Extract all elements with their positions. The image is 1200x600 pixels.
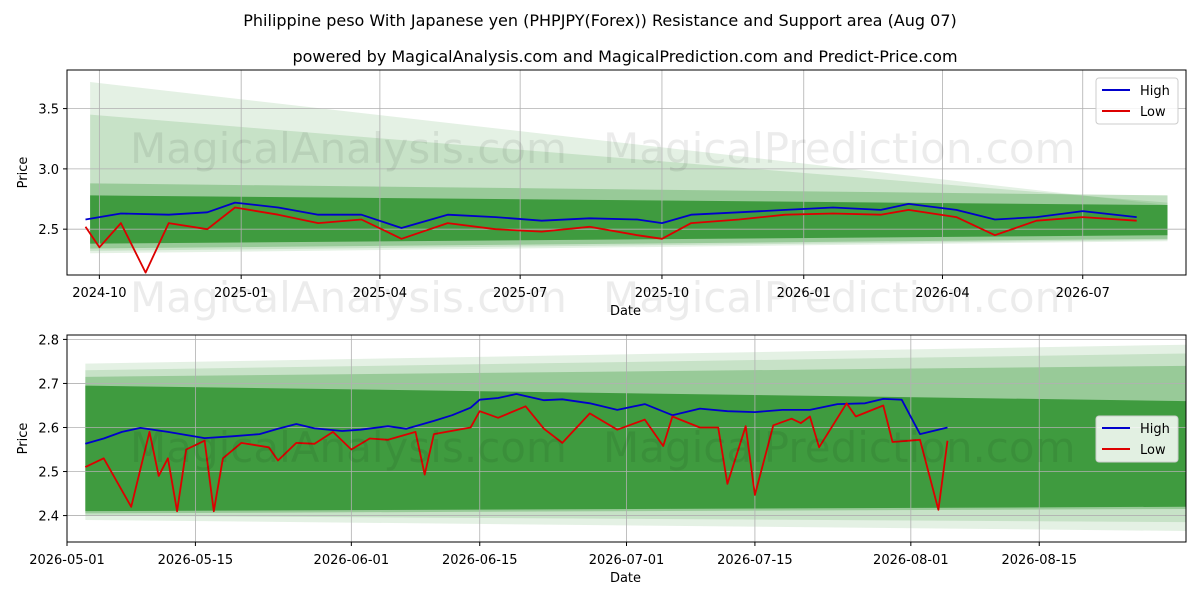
high-legend-label: High [1140, 84, 1170, 99]
x-tick-label: 2026-05-01 [29, 553, 105, 568]
x-tick-label: 2024-10 [72, 286, 126, 301]
x-tick-label: 2026-07-15 [717, 553, 793, 568]
top-chart-panel: MagicalAnalysis.com MagicalPrediction.com… [16, 69, 1187, 322]
y-tick-label: 2.8 [38, 333, 59, 348]
watermark: MagicalAnalysis.com [130, 124, 567, 173]
y-axis-label: Price [16, 423, 31, 455]
y-tick-label: 2.4 [38, 510, 59, 525]
y-tick-label: 2.5 [38, 466, 59, 481]
chart-canvas: Philippine peso With Japanese yen (PHPJP… [16, 11, 1187, 586]
watermark: MagicalAnalysis.com [130, 423, 567, 472]
y-tick-label: 3.5 [38, 103, 59, 118]
x-tick-label: 2026-05-15 [158, 553, 234, 568]
y-tick-label: 2.6 [38, 421, 59, 436]
y-tick-label: 2.7 [38, 377, 59, 392]
x-tick-label: 2026-07 [1056, 286, 1110, 301]
x-tick-label: 2026-01 [777, 286, 831, 301]
x-tick-label: 2026-06-01 [314, 553, 390, 568]
legend: High Low [1095, 415, 1179, 463]
x-tick-label: 2025-10 [635, 286, 689, 301]
x-tick-label: 2025-01 [214, 286, 268, 301]
x-tick-label: 2026-07-01 [589, 553, 665, 568]
x-axis-label: Date [610, 304, 641, 319]
low-legend-label: Low [1140, 105, 1166, 120]
high-legend-label: High [1140, 422, 1170, 437]
x-tick-label: 2026-08-01 [873, 553, 949, 568]
x-axis-label: Date [610, 571, 641, 586]
watermark: MagicalPrediction.com [603, 124, 1076, 173]
y-tick-label: 3.0 [38, 163, 59, 178]
x-tick-label: 2026-08-15 [1001, 553, 1077, 568]
bottom-chart-panel: MagicalAnalysis.com MagicalPrediction.com… [16, 333, 1187, 586]
low-legend-label: Low [1140, 443, 1166, 458]
legend: High Low [1095, 77, 1179, 125]
watermark: MagicalPrediction.com [603, 423, 1076, 472]
x-tick-label: 2026-04 [915, 286, 969, 301]
x-tick-label: 2026-06-15 [442, 553, 518, 568]
x-tick-label: 2025-04 [353, 286, 407, 301]
chart-title: Philippine peso With Japanese yen (PHPJP… [243, 11, 956, 30]
y-tick-label: 2.5 [38, 223, 59, 238]
y-axis-label: Price [16, 157, 31, 189]
x-tick-label: 2025-07 [493, 286, 547, 301]
chart-subtitle: powered by MagicalAnalysis.com and Magic… [292, 47, 957, 66]
